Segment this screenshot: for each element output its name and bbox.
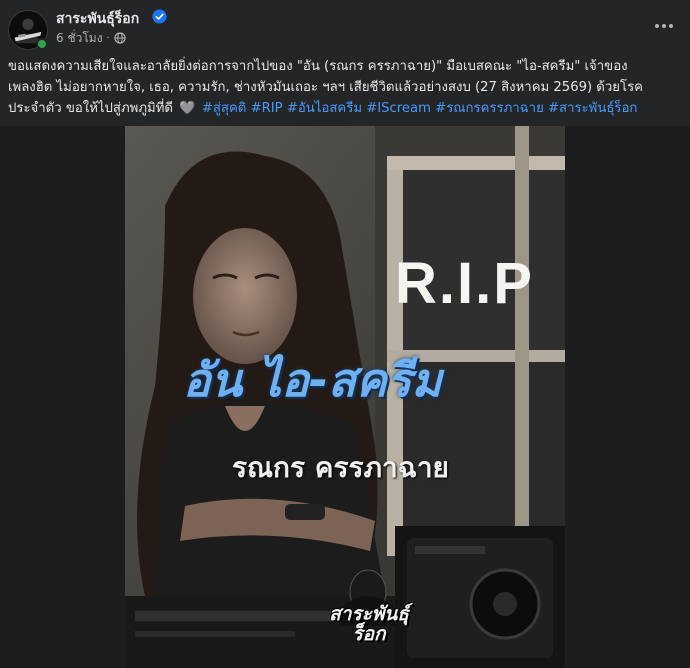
more-horizontal-icon [655,24,673,28]
hashtag-link[interactable]: #รณกรครรภาฉาย [435,101,544,116]
tribute-photo[interactable]: R.I.P อัน ไอ-สครีม รณกร ครรภาฉาย สาระพัน… [125,126,565,668]
post-timestamp[interactable]: 6 ชั่วโมง [56,29,103,48]
logo-text-line-1: สาระพันธุ์ [329,603,409,625]
artist-fullname-text: รณกร ครรภาฉาย [232,451,449,484]
hashtag-link[interactable]: #IScream [366,101,431,116]
post-header: สาระพันธุ์ร็อก 6 ชั่วโมง · [0,0,690,56]
caption-line-3-text: ประจำตัว ขอให้ไปสู่ภพภูมิที่ดี [8,101,173,116]
hashtag-link[interactable]: #RIP [251,101,283,116]
artist-nickname-text: อัน ไอ-สครีม [183,353,442,407]
meta-separator: · [106,32,110,44]
caption-line-3: ประจำตัว ขอให้ไปสู่ภพภูมิที่ดี 🩶 #สู่สุค… [8,98,688,119]
caption-line-1: ขอแสดงความเสียใจและอาลัยยิ่งต่อการจากไปข… [8,59,628,74]
hashtag-link[interactable]: #สู่สุคติ [202,101,247,116]
watermark-logo-text: สาระพันธุ์ ร็อก [311,604,427,644]
verified-badge-icon [152,9,167,24]
post-media: R.I.P อัน ไอ-สครีม รณกร ครรภาฉาย สาระพัน… [0,126,690,668]
grey-heart-icon: 🩶 [179,101,196,116]
hashtag-link[interactable]: #อันไอสครีม [287,101,362,116]
post-caption: ขอแสดงความเสียใจและอาลัยยิ่งต่อการจากไปข… [8,56,688,119]
post-meta: 6 ชั่วโมง · [56,30,126,46]
more-options-button[interactable] [650,12,678,40]
globe-icon[interactable] [114,32,126,44]
facebook-post: สาระพันธุ์ร็อก 6 ชั่วโมง · ขอแสดงความเสี… [0,0,690,668]
online-status-dot [36,38,48,50]
caption-line-2: เพลงฮิต ไม่อยากหายใจ, เธอ, ความรัก, ช่าง… [8,80,643,95]
hashtag-link[interactable]: #สาระพันธุ์ร็อก [548,101,637,116]
logo-text-line-2: ร็อก [352,623,386,645]
page-name-link[interactable]: สาระพันธุ์ร็อก [56,8,139,30]
rip-text: R.I.P [395,251,534,316]
